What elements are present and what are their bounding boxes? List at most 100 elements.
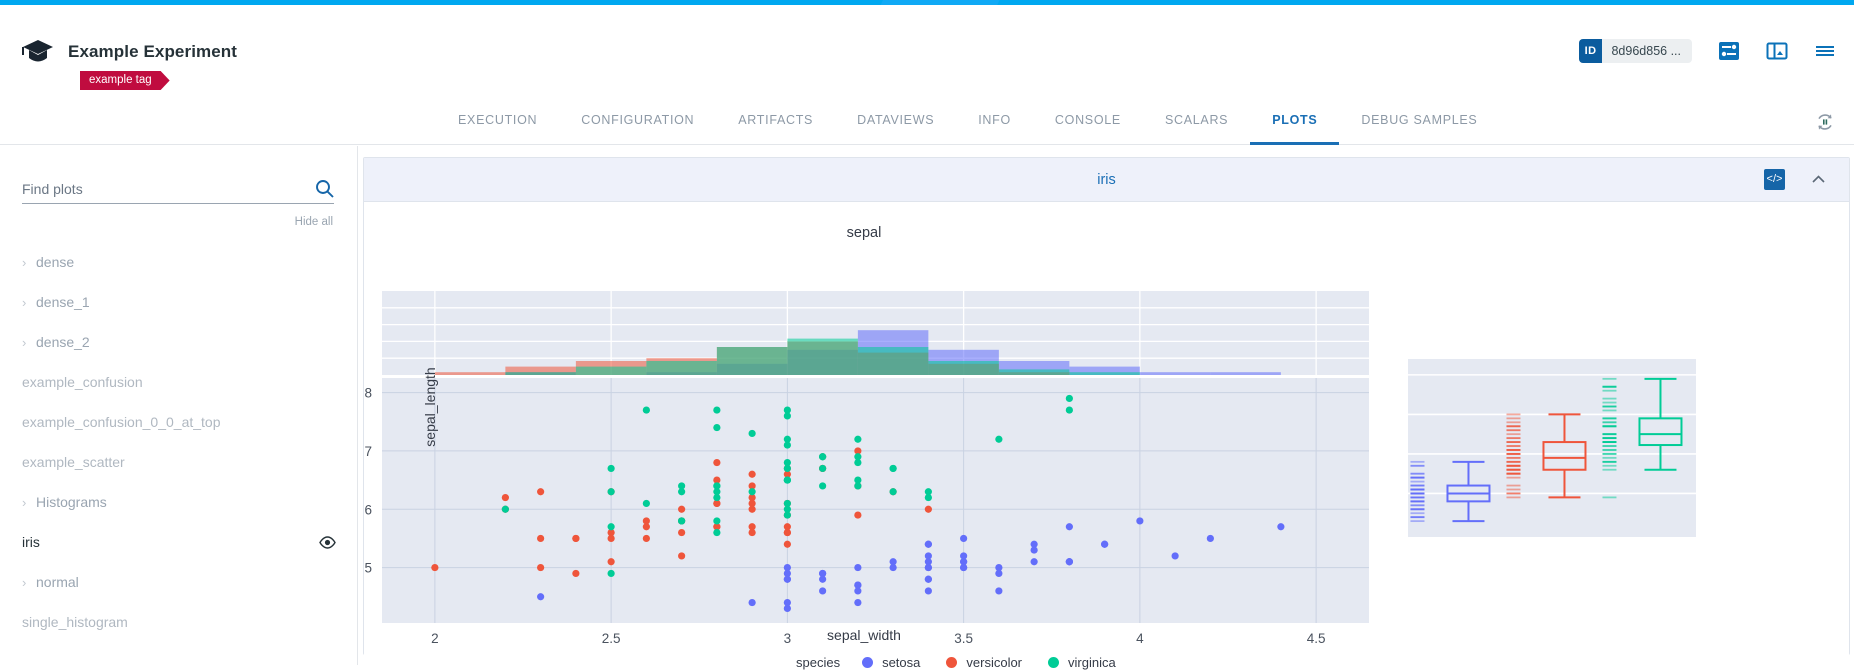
scatter-point-virginica	[643, 406, 650, 413]
tab-execution[interactable]: EXECUTION	[436, 100, 559, 145]
sidebar-item-example_confusion[interactable]: example_confusion	[0, 362, 358, 402]
eye-visibility-icon[interactable]	[319, 536, 336, 549]
legend-label: virginica	[1068, 655, 1116, 670]
scatter-point-virginica	[608, 570, 615, 577]
scatter-point-virginica	[713, 517, 720, 524]
experiment-tag[interactable]: example tag	[80, 71, 170, 90]
scatter-point-versicolor	[431, 564, 438, 571]
tab-dataviews[interactable]: DATAVIEWS	[835, 100, 956, 145]
scatter-point-versicolor	[643, 517, 650, 524]
scatter-point-setosa	[819, 587, 826, 594]
y-tick-label: 6	[364, 502, 372, 517]
scatter-point-versicolor	[608, 535, 615, 542]
chevron-right-icon[interactable]: ›	[22, 335, 36, 350]
chart-legend: speciessetosaversicolorvirginica	[796, 655, 1142, 670]
chevron-right-icon[interactable]: ›	[22, 495, 36, 510]
scatter-point-setosa	[960, 552, 967, 559]
sidebar-item-example_scatter[interactable]: example_scatter	[0, 442, 358, 482]
scatter-point-virginica	[643, 500, 650, 507]
marginal-boxplot-panel	[1400, 353, 1700, 543]
tab-debug-samples[interactable]: DEBUG SAMPLES	[1339, 100, 1499, 145]
boxplot-panel-bg	[1408, 359, 1696, 537]
scatter-point-virginica	[995, 436, 1002, 443]
scatter-point-setosa	[1066, 523, 1073, 530]
sidebar-item-label: dense	[36, 254, 74, 270]
chevron-right-icon[interactable]: ›	[22, 575, 36, 590]
tab-scalars[interactable]: SCALARS	[1143, 100, 1250, 145]
sidebar-item-label: example_confusion_0_0_at_top	[22, 414, 221, 430]
scatter-point-virginica	[1066, 406, 1073, 413]
histogram-bar-virginica	[576, 367, 647, 375]
scatter-point-setosa	[854, 599, 861, 606]
sidebar-item-single_histogram[interactable]: single_histogram	[0, 602, 358, 642]
scatter-point-setosa	[925, 576, 932, 583]
chevron-up-icon[interactable]	[1808, 169, 1829, 190]
histogram-bar-virginica	[1069, 372, 1140, 375]
scatter-panel-bg	[382, 378, 1369, 623]
scatter-point-virginica	[854, 482, 861, 489]
sidebar-item-label: example_scatter	[22, 454, 125, 470]
scatter-point-versicolor	[572, 570, 579, 577]
scatter-point-virginica	[784, 476, 791, 483]
histogram-bar-virginica	[999, 369, 1070, 375]
scatter-point-virginica	[749, 488, 756, 495]
y-tick-label: 5	[364, 561, 372, 576]
tab-info[interactable]: INFO	[956, 100, 1033, 145]
scatter-point-setosa	[1136, 517, 1143, 524]
tab-configuration[interactable]: CONFIGURATION	[559, 100, 716, 145]
scatter-point-versicolor	[678, 529, 685, 536]
chevron-right-icon[interactable]: ›	[22, 295, 36, 310]
iris-figure: sepal 22.533.544.55678 sepal_length sepa…	[364, 203, 1849, 655]
refresh-pause-icon[interactable]	[1814, 111, 1836, 133]
scatter-point-virginica	[890, 488, 897, 495]
scatter-point-setosa	[1031, 546, 1038, 553]
sidebar-item-dense[interactable]: ›dense	[0, 242, 358, 282]
scatter-point-setosa	[1277, 523, 1284, 530]
sidebar-item-histograms[interactable]: ›Histograms	[0, 482, 358, 522]
scatter-point-virginica	[854, 436, 861, 443]
histogram-bar-virginica	[928, 361, 999, 375]
scatter-point-virginica	[784, 511, 791, 518]
scatter-point-versicolor	[608, 558, 615, 565]
scatter-point-versicolor	[678, 506, 685, 513]
sidebar-item-example_confusion_0_0_at_top[interactable]: example_confusion_0_0_at_top	[0, 402, 358, 442]
histogram-bar-virginica	[858, 347, 929, 375]
scatter-point-setosa	[1172, 552, 1179, 559]
histogram-bar-virginica	[646, 361, 717, 375]
filter-settings-icon[interactable]	[1718, 40, 1740, 62]
experiment-id-chip[interactable]: ID 8d96d856 ...	[1579, 39, 1692, 63]
scatter-point-virginica	[713, 488, 720, 495]
sidebar-item-dense_2[interactable]: ›dense_2	[0, 322, 358, 362]
sidebar-item-label: dense_1	[36, 294, 90, 310]
search-icon[interactable]	[315, 179, 334, 198]
search-input[interactable]	[22, 181, 272, 197]
plot-card-title: iris	[1097, 172, 1116, 188]
tab-console[interactable]: CONSOLE	[1033, 100, 1143, 145]
legend-item-virginica[interactable]: virginica	[1048, 655, 1116, 670]
scatter-point-virginica	[608, 488, 615, 495]
scatter-point-virginica	[925, 494, 932, 501]
scatter-point-setosa	[1207, 535, 1214, 542]
sidebar-item-normal[interactable]: ›normal	[0, 562, 358, 602]
scatter-point-virginica	[890, 465, 897, 472]
legend-color-swatch	[862, 657, 873, 668]
hamburger-menu-icon[interactable]	[1814, 40, 1836, 62]
tab-plots[interactable]: PLOTS	[1250, 100, 1339, 145]
code-brackets-icon[interactable]: </>	[1764, 169, 1785, 190]
scatter-point-setosa	[537, 593, 544, 600]
histogram-bar-virginica	[787, 339, 858, 375]
legend-item-setosa[interactable]: setosa	[862, 655, 920, 670]
tab-bar: EXECUTIONCONFIGURATIONARTIFACTSDATAVIEWS…	[0, 100, 1854, 145]
plot-card-header: iris </>	[364, 158, 1849, 202]
legend-item-versicolor[interactable]: versicolor	[946, 655, 1022, 670]
scatter-point-setosa	[960, 535, 967, 542]
panel-layout-icon[interactable]	[1766, 40, 1788, 62]
sidebar-item-iris[interactable]: iris	[0, 522, 358, 562]
plots-main-area: iris </> sepal 22.533.544.55678 sepal_le…	[359, 146, 1854, 665]
chevron-right-icon[interactable]: ›	[22, 255, 36, 270]
legend-color-swatch	[946, 657, 957, 668]
tab-artifacts[interactable]: ARTIFACTS	[716, 100, 835, 145]
hide-all-button[interactable]: Hide all	[295, 216, 333, 228]
sidebar-item-dense_1[interactable]: ›dense_1	[0, 282, 358, 322]
scatter-point-setosa	[925, 558, 932, 565]
